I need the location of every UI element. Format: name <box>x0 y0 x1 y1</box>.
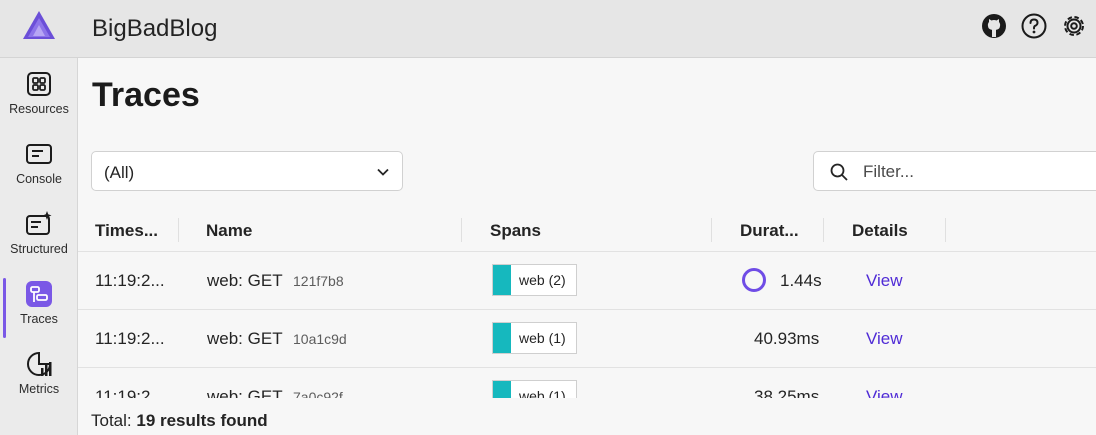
grid-header: Times... Name Spans Durat... Details <box>78 212 1096 252</box>
table-row[interactable]: 11:19:2... web: GET 10a1c9d web (1) 40.9… <box>78 310 1096 368</box>
column-divider[interactable] <box>945 218 946 242</box>
span-label: web (1) <box>519 388 566 398</box>
trace-id: 121f7b8 <box>293 273 344 289</box>
name-cell: web: GET <box>207 387 283 398</box>
duration-cell: 38.25ms <box>754 387 820 398</box>
column-divider[interactable] <box>823 218 824 242</box>
sidebar-item-label: Structured <box>10 242 68 256</box>
sidebar-item-structured[interactable]: Structured <box>0 198 78 268</box>
span-bar[interactable]: web (2) <box>492 264 577 296</box>
span-label: web (1) <box>519 330 566 346</box>
trace-id: 7a0c92f <box>293 389 343 398</box>
column-header-duration[interactable]: Durat... <box>740 221 799 241</box>
traces-icon <box>26 281 52 307</box>
timestamp-cell: 11:19:2... <box>95 329 165 348</box>
github-icon[interactable] <box>980 12 1008 40</box>
sidebar-item-label: Metrics <box>18 382 60 396</box>
column-header-name[interactable]: Name <box>206 221 252 241</box>
name-cell: web: GET <box>207 329 283 348</box>
sidebar-item-label: Resources <box>9 102 69 116</box>
column-divider[interactable] <box>711 218 712 242</box>
sidebar-item-traces[interactable]: Traces <box>0 268 78 338</box>
top-bar: BigBadBlog <box>0 0 1096 58</box>
app-logo-icon[interactable] <box>22 10 56 40</box>
sidebar-item-label: Console <box>16 172 62 186</box>
span-label: web (2) <box>519 272 566 288</box>
sidebar-item-console[interactable]: Console <box>0 128 78 198</box>
traces-table-body: 11:19:2... web: GET 121f7b8 web (2) 1.44… <box>78 252 1096 398</box>
column-header-timestamp[interactable]: Times... <box>95 221 158 241</box>
table-row[interactable]: 11:19:2... web: GET 7a0c92f web (1) 38.2… <box>78 368 1096 398</box>
app-title[interactable]: BigBadBlog <box>92 15 217 43</box>
trace-id: 10a1c9d <box>293 331 347 347</box>
view-details-link[interactable]: View <box>866 271 903 291</box>
metrics-icon <box>27 351 52 376</box>
sidebar: Resources Console Structured Traces Metr… <box>0 58 78 435</box>
results-footer: Total: 19 results found <box>91 411 268 431</box>
timestamp-cell: 11:19:2... <box>95 271 165 290</box>
results-count: 19 results found <box>136 411 268 430</box>
view-details-link[interactable]: View <box>866 387 903 398</box>
view-details-link[interactable]: View <box>866 329 903 349</box>
filter-input[interactable] <box>863 161 1083 183</box>
span-bar-fill <box>493 265 511 295</box>
sidebar-item-label: Traces <box>20 312 58 326</box>
duration-cell: 1.44s <box>780 271 822 290</box>
column-divider[interactable] <box>461 218 462 242</box>
column-header-spans[interactable]: Spans <box>490 221 541 241</box>
span-bar-fill <box>493 323 511 353</box>
sidebar-item-metrics[interactable]: Metrics <box>0 338 78 408</box>
settings-icon[interactable] <box>1060 12 1088 40</box>
column-header-details[interactable]: Details <box>852 221 908 241</box>
span-bar-fill <box>493 381 511 398</box>
resource-select[interactable]: (All) <box>91 151 403 191</box>
name-cell: web: GET <box>207 271 283 290</box>
resources-icon <box>27 72 51 96</box>
page-title: Traces <box>92 76 200 114</box>
results-prefix: Total: <box>91 411 137 430</box>
help-icon[interactable] <box>1020 12 1048 40</box>
span-bar[interactable]: web (1) <box>492 322 577 354</box>
duration-cell: 40.93ms <box>754 329 820 348</box>
console-icon <box>26 144 52 164</box>
search-icon <box>830 163 848 181</box>
column-divider[interactable] <box>178 218 179 242</box>
in-progress-icon <box>742 268 766 292</box>
table-row[interactable]: 11:19:2... web: GET 121f7b8 web (2) 1.44… <box>78 252 1096 310</box>
resource-select-value: (All) <box>104 163 135 182</box>
chevron-down-icon <box>377 168 389 176</box>
sidebar-item-resources[interactable]: Resources <box>0 58 78 128</box>
structured-icon <box>26 211 52 235</box>
filter-box[interactable] <box>813 151 1096 191</box>
timestamp-cell: 11:19:2... <box>95 387 165 398</box>
span-bar[interactable]: web (1) <box>492 380 577 398</box>
